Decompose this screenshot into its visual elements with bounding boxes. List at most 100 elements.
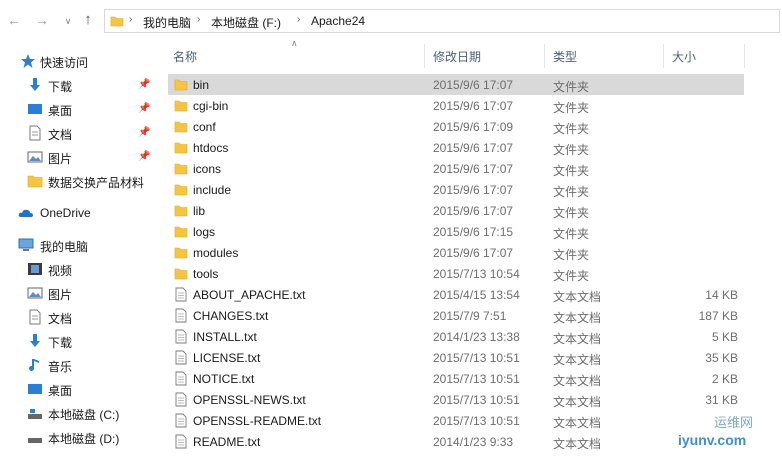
folder-row[interactable]: logs 2015/9/6 17:15 文件夹 bbox=[168, 221, 744, 242]
nav-onedrive[interactable]: OneDrive bbox=[0, 202, 158, 224]
text-file-icon bbox=[175, 371, 187, 386]
folder-row[interactable]: include 2015/9/6 17:07 文件夹 bbox=[168, 179, 744, 200]
file-row[interactable]: INSTALL.txt 2014/1/23 13:38 文本文档 5 KB bbox=[168, 326, 744, 347]
nav-label: 文档 bbox=[48, 128, 73, 142]
text-file-icon bbox=[175, 287, 187, 302]
recent-locations-chevron-icon[interactable]: ∨ bbox=[60, 13, 76, 29]
file-row[interactable]: README.txt 2014/1/23 9:33 文本文档 bbox=[168, 431, 744, 452]
folder-row[interactable]: htdocs 2015/9/6 17:07 文件夹 bbox=[168, 137, 744, 158]
nav-item-drive-c[interactable]: 本地磁盘 (C:) bbox=[0, 402, 158, 424]
navigation-pane: 快速访问 下载 📌 桌面 📌 文档 📌 图片 📌 数据交换产品材料 OneDri… bbox=[0, 44, 160, 457]
file-date-modified: 2015/7/13 10:51 bbox=[433, 414, 520, 428]
file-date-modified: 2015/9/6 17:15 bbox=[433, 225, 514, 239]
desktop-icon bbox=[28, 104, 42, 114]
nav-item-desktop[interactable]: 桌面 📌 bbox=[0, 98, 158, 120]
folder-row[interactable]: icons 2015/9/6 17:07 文件夹 bbox=[168, 158, 744, 179]
breadcrumb-apache24[interactable]: Apache24 bbox=[311, 14, 365, 28]
breadcrumb-chevron-icon[interactable]: › bbox=[297, 14, 300, 25]
nav-label: 图片 bbox=[48, 152, 73, 166]
nav-this-pc[interactable]: 我的电脑 bbox=[0, 234, 158, 256]
pin-icon[interactable]: 📌 bbox=[138, 151, 150, 162]
folder-row[interactable]: cgi-bin 2015/9/6 17:07 文件夹 bbox=[168, 95, 744, 116]
breadcrumb-this-pc[interactable]: 我的电脑 bbox=[143, 14, 191, 31]
file-name: tools bbox=[193, 267, 219, 281]
pin-icon[interactable]: 📌 bbox=[138, 103, 150, 114]
nav-item-videos[interactable]: 视频 bbox=[0, 258, 158, 280]
folder-icon bbox=[174, 142, 188, 154]
file-date-modified: 2015/7/13 10:54 bbox=[433, 267, 520, 281]
file-type: 文件夹 bbox=[553, 164, 590, 178]
file-date-modified: 2015/9/6 17:09 bbox=[433, 120, 514, 134]
column-date-modified[interactable]: 修改日期 bbox=[433, 48, 481, 65]
nav-item-downloads[interactable]: 下载 📌 bbox=[0, 74, 158, 96]
nav-item-pictures[interactable]: 图片 📌 bbox=[0, 146, 158, 168]
desktop-icon bbox=[28, 384, 42, 394]
address-bar[interactable]: › 我的电脑 › 本地磁盘 (F:) › Apache24 bbox=[104, 9, 780, 33]
file-type: 文件夹 bbox=[553, 80, 590, 94]
folder-row[interactable]: bin 2015/9/6 17:07 文件夹 bbox=[168, 74, 744, 95]
breadcrumb-drive-f[interactable]: 本地磁盘 (F:) bbox=[211, 14, 281, 31]
file-type: 文本文档 bbox=[553, 311, 602, 325]
nav-item-data-exchange[interactable]: 数据交换产品材料 bbox=[0, 170, 158, 192]
nav-label: OneDrive bbox=[40, 206, 91, 220]
sort-ascending-icon: ∧ bbox=[291, 38, 298, 48]
column-size[interactable]: 大小 bbox=[672, 48, 696, 65]
file-name: LICENSE.txt bbox=[193, 351, 261, 365]
folder-row[interactable]: tools 2015/7/13 10:54 文件夹 bbox=[168, 263, 744, 284]
nav-item-desktop-pc[interactable]: 桌面 bbox=[0, 378, 158, 400]
folder-row[interactable]: modules 2015/9/6 17:07 文件夹 bbox=[168, 242, 744, 263]
folder-icon bbox=[174, 268, 188, 280]
file-type: 文件夹 bbox=[553, 185, 590, 199]
nav-quick-access[interactable]: 快速访问 bbox=[0, 50, 158, 72]
up-arrow-icon[interactable]: ↑ bbox=[80, 12, 96, 28]
nav-item-pictures-pc[interactable]: 图片 bbox=[0, 282, 158, 304]
file-row[interactable]: ABOUT_APACHE.txt 2015/4/15 13:54 文本文档 14 KB bbox=[168, 284, 744, 305]
drive-icon bbox=[28, 409, 42, 419]
text-file-icon bbox=[175, 350, 187, 365]
nav-item-documents-pc[interactable]: 文档 bbox=[0, 306, 158, 328]
file-name: README.txt bbox=[193, 435, 261, 449]
breadcrumb-chevron-icon[interactable]: › bbox=[129, 14, 132, 25]
breadcrumb-chevron-icon[interactable]: › bbox=[197, 14, 200, 25]
folder-icon bbox=[174, 121, 188, 133]
file-row[interactable]: OPENSSL-README.txt 2015/7/13 10:51 文本文档 bbox=[168, 410, 744, 431]
file-name: ABOUT_APACHE.txt bbox=[193, 288, 306, 302]
address-row: ← → ∨ ↑ › 我的电脑 › 本地磁盘 (F:) › Apache24 bbox=[0, 0, 782, 40]
watermark-top-text: 运维网 bbox=[714, 415, 754, 430]
forward-arrow-icon[interactable]: → bbox=[34, 12, 50, 28]
pin-icon[interactable]: 📌 bbox=[138, 79, 150, 90]
file-row[interactable]: LICENSE.txt 2015/7/13 10:51 文本文档 35 KB bbox=[168, 347, 744, 368]
file-name: INSTALL.txt bbox=[193, 330, 257, 344]
nav-item-drive-d[interactable]: 本地磁盘 (D:) bbox=[0, 426, 158, 448]
file-type: 文本文档 bbox=[553, 395, 602, 409]
folder-row[interactable]: conf 2015/9/6 17:09 文件夹 bbox=[168, 116, 744, 137]
file-row[interactable]: CHANGES.txt 2015/7/9 7:51 文本文档 187 KB bbox=[168, 305, 744, 326]
nav-label: 桌面 bbox=[48, 104, 73, 118]
text-file-icon bbox=[175, 308, 187, 323]
pin-icon[interactable]: 📌 bbox=[138, 127, 150, 138]
column-type[interactable]: 类型 bbox=[553, 48, 577, 65]
column-divider[interactable] bbox=[424, 44, 425, 68]
column-divider[interactable] bbox=[544, 44, 545, 68]
nav-item-documents[interactable]: 文档 📌 bbox=[0, 122, 158, 144]
column-divider[interactable] bbox=[744, 44, 745, 68]
folder-row[interactable]: lib 2015/9/6 17:07 文件夹 bbox=[168, 200, 744, 221]
nav-label: 本地磁盘 (C:) bbox=[48, 408, 120, 422]
column-divider[interactable] bbox=[663, 44, 664, 68]
file-type: 文件夹 bbox=[553, 269, 590, 283]
file-type: 文本文档 bbox=[553, 290, 602, 304]
file-row[interactable]: NOTICE.txt 2015/7/13 10:51 文本文档 2 KB bbox=[168, 368, 744, 389]
nav-item-music[interactable]: 音乐 bbox=[0, 354, 158, 376]
file-date-modified: 2015/9/6 17:07 bbox=[433, 162, 514, 176]
back-arrow-icon[interactable]: ← bbox=[6, 12, 22, 28]
file-size: 187 KB bbox=[698, 309, 738, 323]
column-name[interactable]: 名称 bbox=[173, 48, 197, 65]
music-note-icon bbox=[29, 359, 39, 371]
file-type: 文件夹 bbox=[553, 227, 590, 241]
file-name: conf bbox=[193, 120, 216, 134]
text-file-icon bbox=[175, 392, 187, 407]
nav-item-downloads-pc[interactable]: 下载 bbox=[0, 330, 158, 352]
file-name: logs bbox=[193, 225, 216, 239]
computer-icon bbox=[18, 238, 34, 251]
file-row[interactable]: OPENSSL-NEWS.txt 2015/7/13 10:51 文本文档 31 KB bbox=[168, 389, 744, 410]
